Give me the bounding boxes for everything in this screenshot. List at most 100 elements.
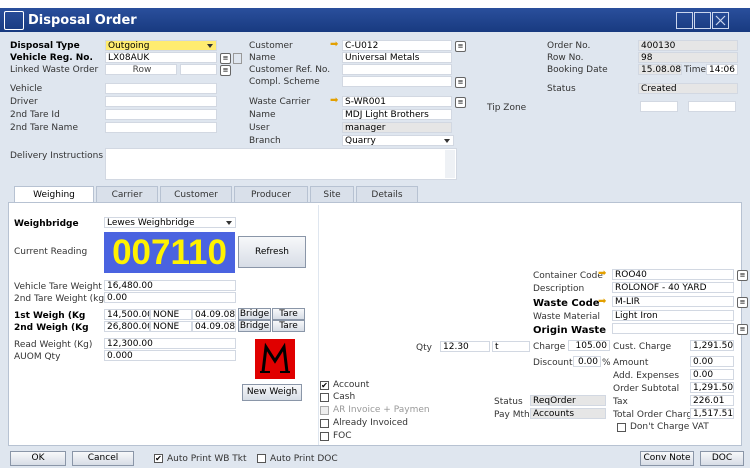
row-field[interactable]: Row bbox=[105, 64, 177, 75]
waste-code-input[interactable]: M-LIR bbox=[612, 296, 734, 307]
customer-name-field[interactable]: Universal Metals bbox=[342, 52, 452, 63]
driver-input[interactable] bbox=[105, 96, 217, 107]
tip-zone-input-2[interactable] bbox=[688, 101, 736, 112]
bridge-button[interactable]: Bridge bbox=[238, 308, 271, 320]
tip-zone-input-1[interactable] bbox=[640, 101, 678, 112]
link-icon[interactable]: ≡ bbox=[737, 324, 748, 335]
description-field[interactable]: ROLONOF - 40 YARD bbox=[612, 282, 734, 293]
total-order-charge-label: Total Order Charg bbox=[613, 410, 693, 420]
tab-weighing[interactable]: Weighing bbox=[14, 186, 94, 203]
vehicle-reg-input[interactable]: LX08AUK bbox=[105, 52, 217, 63]
tare-name-input[interactable] bbox=[105, 122, 217, 133]
close-icon[interactable] bbox=[712, 12, 729, 29]
tare-button[interactable]: Tare bbox=[272, 320, 305, 332]
delivery-instructions-textarea[interactable] bbox=[105, 148, 457, 180]
vehicle-tare-field[interactable]: 16,480.00 bbox=[104, 280, 236, 291]
discount-label: Discount bbox=[533, 358, 573, 368]
waste-carrier-input[interactable]: S-WR001 bbox=[342, 96, 452, 107]
vehicle-input[interactable] bbox=[105, 83, 217, 94]
linked-row-input[interactable] bbox=[180, 64, 217, 75]
link-icon[interactable]: ≡ bbox=[737, 297, 748, 308]
qty-input[interactable]: 12.30 bbox=[440, 341, 490, 352]
user-field: manager bbox=[342, 122, 452, 133]
customer-input[interactable]: C-U012 bbox=[342, 40, 452, 51]
arrow-right-icon[interactable]: ➡ bbox=[330, 40, 338, 50]
first-weigh-field[interactable]: 14,500.00 bbox=[104, 309, 150, 320]
charge-input[interactable]: 105.00 bbox=[568, 340, 610, 351]
scrollbar[interactable] bbox=[445, 150, 455, 178]
tab-customer[interactable]: Customer bbox=[160, 186, 232, 202]
waste-material-field[interactable]: Light Iron bbox=[612, 310, 734, 321]
pay-mth-field: Accounts bbox=[530, 408, 606, 419]
second-tare-label: 2nd Tare Weight (kg) bbox=[14, 294, 108, 304]
arrow-right-icon[interactable]: ➡ bbox=[598, 269, 606, 279]
carrier-name-field[interactable]: MDJ Light Brothers bbox=[342, 109, 452, 120]
vehicle-tare-label: Vehicle Tare Weight bbox=[14, 282, 102, 292]
link-icon[interactable]: ≡ bbox=[455, 97, 466, 108]
origin-waste-input[interactable] bbox=[612, 323, 734, 334]
order-no-label: Order No. bbox=[547, 41, 591, 51]
link-icon[interactable]: ≡ bbox=[455, 41, 466, 52]
auto-print-wb-checkbox[interactable]: ✔ bbox=[154, 454, 163, 463]
doc-button[interactable]: DOC bbox=[700, 451, 744, 466]
second-tare-field[interactable]: 0.00 bbox=[104, 292, 236, 303]
arrow-right-icon[interactable]: ➡ bbox=[330, 96, 338, 106]
conv-note-button[interactable]: Conv Note bbox=[640, 451, 694, 466]
booking-date-label: Booking Date bbox=[547, 65, 608, 75]
auom-qty-field[interactable]: 0.000 bbox=[104, 350, 236, 361]
current-reading-label: Current Reading bbox=[14, 247, 88, 257]
tab-carrier[interactable]: Carrier bbox=[96, 186, 158, 202]
first-weigh-date: 04.09.08 bbox=[192, 309, 236, 320]
discount-input[interactable]: 0.00 bbox=[573, 356, 601, 367]
ok-button[interactable]: OK bbox=[10, 451, 66, 466]
auom-qty-label: AUOM Qty bbox=[14, 352, 61, 362]
tare-button[interactable]: Tare bbox=[272, 308, 305, 320]
second-weigh-field[interactable]: 26,800.00 bbox=[104, 321, 150, 332]
charge-label: Charge bbox=[533, 342, 566, 352]
auto-print-doc-checkbox[interactable] bbox=[257, 454, 266, 463]
link-icon[interactable]: ≡ bbox=[220, 65, 231, 76]
booking-date-field[interactable]: 15.08.08 bbox=[638, 64, 682, 75]
total-order-charge-field: 1,517.51 bbox=[690, 408, 734, 419]
already-invoiced-checkbox[interactable] bbox=[320, 419, 329, 428]
disposal-type-select[interactable]: Outgoing bbox=[105, 40, 217, 51]
maximize-icon[interactable] bbox=[694, 12, 711, 29]
dont-charge-vat-checkbox[interactable] bbox=[617, 423, 626, 432]
order-subtotal-field: 1,291.50 bbox=[690, 382, 734, 393]
minimize-icon[interactable] bbox=[676, 12, 693, 29]
search-icon[interactable] bbox=[233, 53, 242, 64]
arrow-right-icon[interactable]: ➡ bbox=[598, 297, 606, 307]
refresh-button[interactable]: Refresh bbox=[238, 236, 306, 268]
tab-details[interactable]: Details bbox=[356, 186, 418, 202]
bridge-button[interactable]: Bridge bbox=[238, 320, 271, 332]
pay-mth-label: Pay Mth. bbox=[494, 410, 533, 420]
booking-time-field[interactable]: 14:06 bbox=[706, 64, 738, 75]
percent-label: % bbox=[602, 358, 611, 368]
tab-producer[interactable]: Producer bbox=[234, 186, 308, 202]
compl-scheme-input[interactable] bbox=[342, 76, 452, 87]
customer-ref-input[interactable] bbox=[342, 64, 452, 75]
container-code-label: Container Code bbox=[533, 271, 603, 281]
cancel-button[interactable]: Cancel bbox=[72, 451, 134, 466]
foc-checkbox[interactable] bbox=[320, 432, 329, 441]
branch-select[interactable]: Quarry bbox=[342, 135, 454, 146]
tab-site[interactable]: Site bbox=[310, 186, 354, 202]
weighbridge-select[interactable]: Lewes Weighbridge bbox=[104, 217, 236, 228]
amount-field: 0.00 bbox=[690, 356, 734, 367]
ar-invoice-checkbox[interactable] bbox=[320, 406, 329, 415]
link-icon[interactable]: ≡ bbox=[220, 53, 231, 64]
cash-checkbox[interactable] bbox=[320, 393, 329, 402]
tare-id-input[interactable] bbox=[105, 109, 217, 120]
second-weigh-date: 04.09.08 bbox=[192, 321, 236, 332]
description-label: Description bbox=[533, 284, 585, 294]
link-icon[interactable]: ≡ bbox=[455, 77, 466, 88]
new-weigh-button[interactable]: New Weigh bbox=[242, 384, 302, 401]
read-weight-field[interactable]: 12,300.00 bbox=[104, 338, 236, 349]
time-label: Time bbox=[684, 65, 707, 75]
window-icon bbox=[4, 11, 24, 30]
account-checkbox[interactable]: ✔ bbox=[320, 381, 329, 390]
compl-scheme-label: Compl. Scheme bbox=[249, 77, 320, 87]
container-code-input[interactable]: ROO40 bbox=[612, 269, 734, 280]
linked-waste-order-label: Linked Waste Order bbox=[10, 65, 99, 75]
link-icon[interactable]: ≡ bbox=[737, 270, 748, 281]
